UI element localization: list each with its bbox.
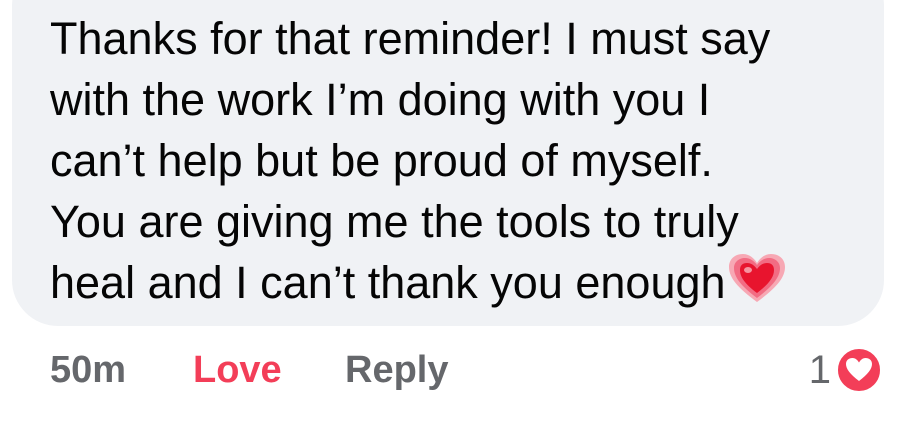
comment-line: can’t help but be proud of myself. (50, 135, 713, 186)
love-reaction-icon (835, 346, 883, 394)
comment-line: with the work I’m doing with you I (50, 74, 711, 125)
love-button[interactable]: Love (193, 348, 282, 392)
comment-actions: 50m Love Reply 1 (0, 340, 919, 400)
comment-timestamp: 50m (50, 349, 127, 391)
reaction-summary[interactable]: 1 (809, 344, 883, 396)
comment-line: Thanks for that reminder! I must say (50, 13, 771, 64)
comment-line: heal and I can’t thank you enough (50, 257, 726, 308)
comment-line: You are giving me the tools to truly (50, 196, 739, 247)
growing-heart-icon (728, 254, 786, 319)
comment-text: Thanks for that reminder! I must say wit… (50, 8, 870, 319)
reaction-count: 1 (808, 348, 831, 392)
comment-line-last: heal and I can’t thank you enough (50, 252, 870, 319)
reply-button[interactable]: Reply (345, 348, 448, 392)
